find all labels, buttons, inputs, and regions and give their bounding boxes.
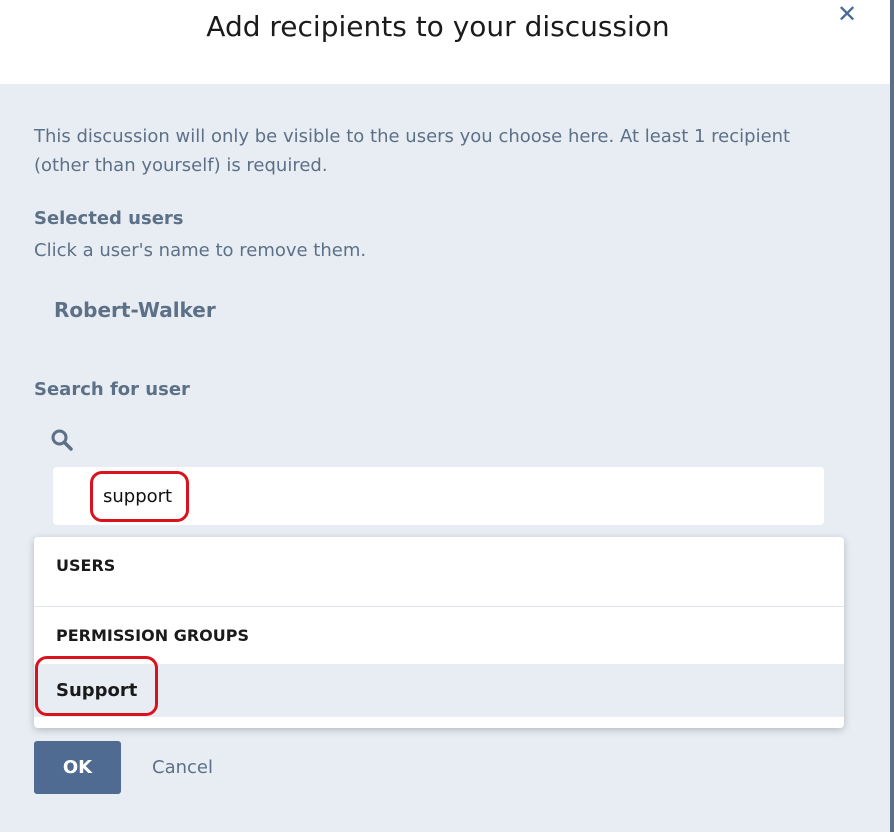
cancel-button[interactable]: Cancel (152, 757, 213, 778)
users-section-header: USERS (56, 556, 116, 575)
selected-user-chip[interactable]: Robert-Walker (54, 298, 216, 322)
selected-users-title: Selected users (34, 208, 184, 229)
intro-text: This discussion will only be visible to … (34, 126, 791, 176)
dialog-title: Add recipients to your discussion (206, 10, 670, 43)
search-user-title: Search for user (34, 379, 190, 400)
result-item-label: Support (56, 680, 138, 701)
search-field (53, 467, 824, 525)
close-icon[interactable]: ✕ (834, 0, 860, 28)
section-divider (34, 606, 844, 607)
dialog-header: Add recipients to your discussion ✕ (0, 0, 894, 84)
recipients-dialog: Add recipients to your discussion ✕ This… (0, 0, 894, 832)
search-input[interactable] (103, 481, 703, 511)
permission-groups-section-header: PERMISSION GROUPS (56, 626, 249, 645)
search-results-dropdown: USERS PERMISSION GROUPS Support (34, 537, 844, 728)
window-edge (890, 0, 894, 832)
selected-users-hint: Click a user's name to remove them. (34, 240, 367, 261)
result-item-support[interactable]: Support (34, 664, 844, 717)
ok-button[interactable]: OK (34, 741, 121, 794)
search-icon (51, 429, 73, 451)
